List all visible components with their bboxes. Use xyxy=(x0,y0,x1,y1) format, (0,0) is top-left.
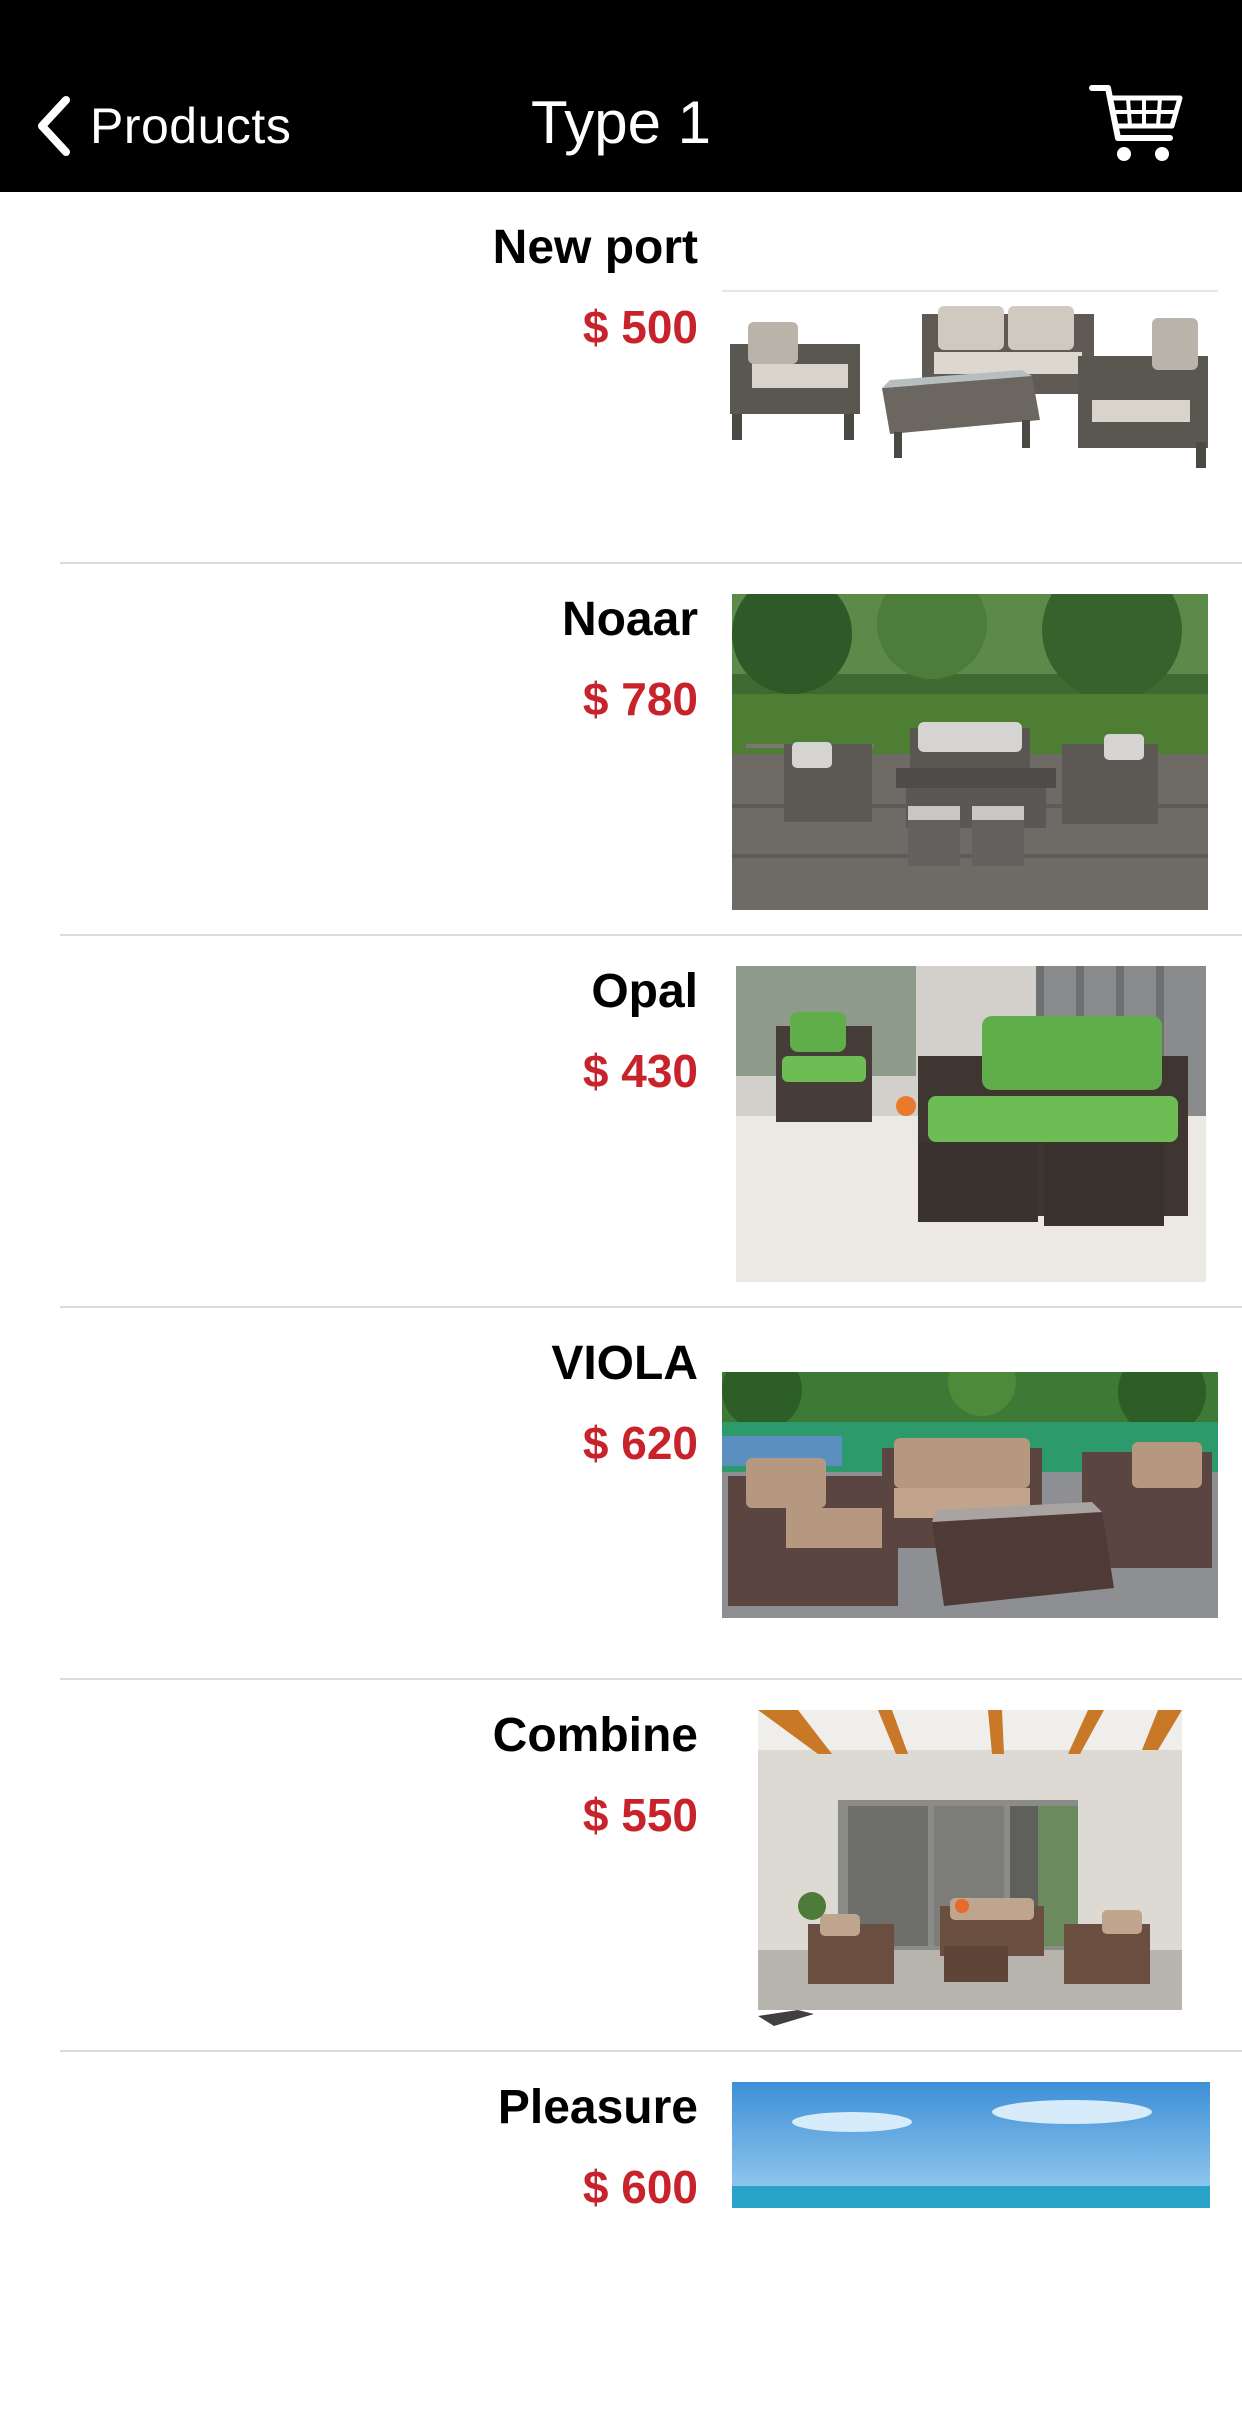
shopping-cart-icon[interactable] xyxy=(1088,82,1184,166)
product-price: $ 500 xyxy=(582,301,698,353)
list-item[interactable]: Noaar $ 780 xyxy=(0,564,1242,936)
product-price: $ 600 xyxy=(582,2161,698,2213)
product-price: $ 430 xyxy=(582,1045,698,1097)
page-title: Type 1 xyxy=(530,89,712,156)
product-image xyxy=(732,2082,1210,2208)
product-price: $ 620 xyxy=(582,1417,698,1469)
product-name: Opal xyxy=(591,965,698,1018)
product-name: Noaar xyxy=(561,593,698,646)
product-image xyxy=(722,1372,1218,1618)
product-name: Combine xyxy=(492,1709,698,1762)
product-name: New port xyxy=(492,221,698,274)
product-name: Pleasure xyxy=(497,2081,698,2134)
product-image xyxy=(736,966,1206,1282)
list-item[interactable]: Combine $ 550 xyxy=(0,1680,1242,2052)
product-price: $ 780 xyxy=(582,673,698,725)
list-item[interactable]: Opal $ 430 xyxy=(0,936,1242,1308)
list-item[interactable]: VIOLA $ 620 xyxy=(0,1308,1242,1680)
product-image xyxy=(722,292,1218,482)
navigation-bar: Products Type 1 xyxy=(0,0,1242,192)
list-item[interactable]: New port $ 500 xyxy=(0,192,1242,564)
product-name: VIOLA xyxy=(551,1337,698,1390)
product-price: $ 550 xyxy=(582,1789,698,1841)
product-image xyxy=(758,1710,1182,2028)
list-item[interactable]: Pleasure $ 600 xyxy=(0,2052,1242,2424)
product-image xyxy=(732,594,1208,910)
